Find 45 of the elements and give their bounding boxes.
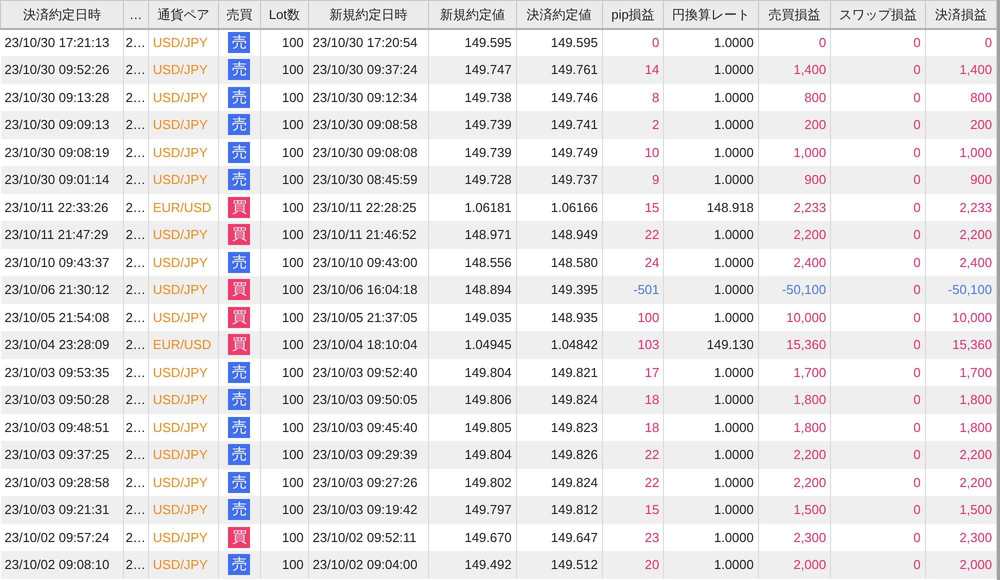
table-cell: 1.0000 [664,551,758,578]
side-badge: 売 [228,252,250,273]
side-badge: 売 [228,169,250,190]
column-header[interactable]: 決済損益 [925,0,996,28]
side-badge: 買 [228,224,250,246]
column-header[interactable]: 決済約定値 [516,0,602,28]
side-badge: 売 [228,499,250,520]
column-header[interactable]: スワップ損益 [830,0,926,28]
column-header[interactable]: 通貨ペア [148,0,218,28]
side-badge: 売 [228,554,250,576]
side-badge: 売 [228,86,250,108]
column-header[interactable]: 新規約定日時 [308,0,429,28]
side-badge: 売 [228,416,250,438]
table-cell: 149.492 [428,551,516,578]
column-header[interactable]: 新規約定値 [428,0,516,28]
table-cell: 2,000 [758,551,831,578]
side-badge: 買 [228,334,250,356]
table-cell: 149.512 [516,551,602,578]
column-header[interactable]: 売買 [218,0,261,28]
side-badge: 売 [228,389,250,410]
table-cell: 20 [602,551,664,578]
table-cell: 23/10/02 09:08:10 [0,551,124,578]
column-header[interactable]: 円換算レート [664,0,758,28]
table-cell: 2… [123,551,148,578]
table-cell: 0 [830,551,926,578]
side-badge: 買 [228,306,250,328]
side-badge: 売 [228,142,250,163]
column-header[interactable]: 決済約定日時 [0,0,124,28]
side-badge: 売 [228,444,250,466]
table-cell: 2,000 [925,551,996,578]
side-badge: 売 [228,59,250,80]
table-cell: 23/10/02 09:04:00 [308,551,429,578]
column-header[interactable]: Lot数 [260,0,308,28]
side-badge: 売 [228,362,250,383]
side-badge: 買 [228,526,250,548]
table-cell: USD/JPY [148,551,218,578]
side-badge: 売 [228,32,250,54]
table-cell: 100 [260,551,308,578]
side-badge: 売 [228,472,250,493]
column-header[interactable]: 売買損益 [758,0,831,28]
side-badge: 買 [228,196,250,218]
side-badge: 買 [228,279,250,300]
column-header[interactable]: pip損益 [602,0,664,28]
side-badge: 売 [228,114,250,136]
column-header[interactable]: … [123,0,148,28]
